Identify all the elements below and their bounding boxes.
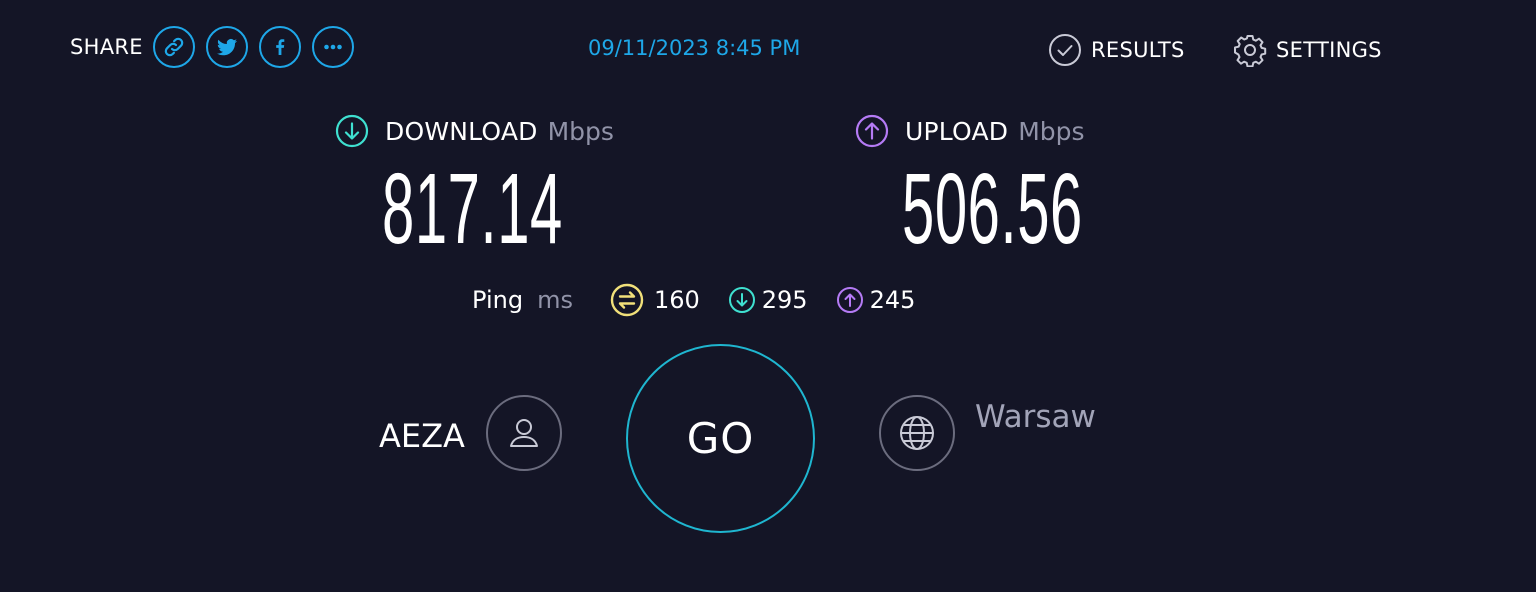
go-label: GO xyxy=(686,414,755,463)
share-link-button[interactable] xyxy=(152,26,195,68)
download-value: 817.14 xyxy=(382,153,563,265)
ping-upload-value: 245 xyxy=(869,286,916,314)
isp-name: AEZA xyxy=(379,417,465,455)
share-facebook-button[interactable] xyxy=(258,26,301,68)
server-button[interactable] xyxy=(879,395,955,471)
upload-value: 506.56 xyxy=(902,153,1083,265)
ping-unit: ms xyxy=(537,286,573,314)
ping-idle-value: 160 xyxy=(653,286,700,314)
share-more-button[interactable] xyxy=(311,26,354,68)
results-link[interactable]: RESULTS xyxy=(1048,30,1185,70)
upload-metric: UPLOAD Mbps 506.56 xyxy=(855,113,1085,259)
download-arrow-icon xyxy=(335,114,369,148)
upload-arrow-icon xyxy=(855,114,889,148)
server-name[interactable]: Warsaw xyxy=(975,399,1096,435)
facebook-icon xyxy=(276,39,285,55)
test-datetime: 09/11/2023 8:45 PM xyxy=(588,36,801,60)
results-label: RESULTS xyxy=(1091,38,1185,62)
settings-label: SETTINGS xyxy=(1276,38,1382,62)
download-label: DOWNLOAD xyxy=(385,116,538,146)
upload-unit: Mbps xyxy=(1018,116,1085,146)
upload-latency-icon xyxy=(836,287,863,313)
share-label: SHARE xyxy=(70,35,143,59)
upload-label: UPLOAD xyxy=(905,116,1009,146)
gear-icon xyxy=(1234,35,1267,67)
idle-latency-icon xyxy=(610,283,644,317)
twitter-icon xyxy=(216,38,237,56)
user-icon xyxy=(510,419,538,447)
go-button[interactable]: GO xyxy=(626,344,815,533)
upload-header: UPLOAD Mbps xyxy=(855,113,1085,149)
settings-link[interactable]: SETTINGS xyxy=(1233,30,1382,70)
ping-row: Ping ms 160 295 245 xyxy=(472,281,943,319)
speedtest-page: SHARE 09/11/2023 8:45 PM RESULTS SETTING… xyxy=(0,0,1536,592)
download-header: DOWNLOAD Mbps xyxy=(335,113,614,149)
more-icon xyxy=(324,44,342,50)
share-bar: SHARE xyxy=(70,25,365,69)
check-circle-icon xyxy=(1049,34,1081,66)
download-metric: DOWNLOAD Mbps 817.14 xyxy=(335,113,614,259)
ping-download-value: 295 xyxy=(761,286,808,314)
globe-icon xyxy=(900,416,934,450)
download-latency-icon xyxy=(728,287,755,313)
ping-label: Ping xyxy=(472,286,524,314)
isp-button[interactable] xyxy=(486,395,562,471)
link-icon xyxy=(164,37,184,57)
download-unit: Mbps xyxy=(547,116,614,146)
share-twitter-button[interactable] xyxy=(205,26,248,68)
